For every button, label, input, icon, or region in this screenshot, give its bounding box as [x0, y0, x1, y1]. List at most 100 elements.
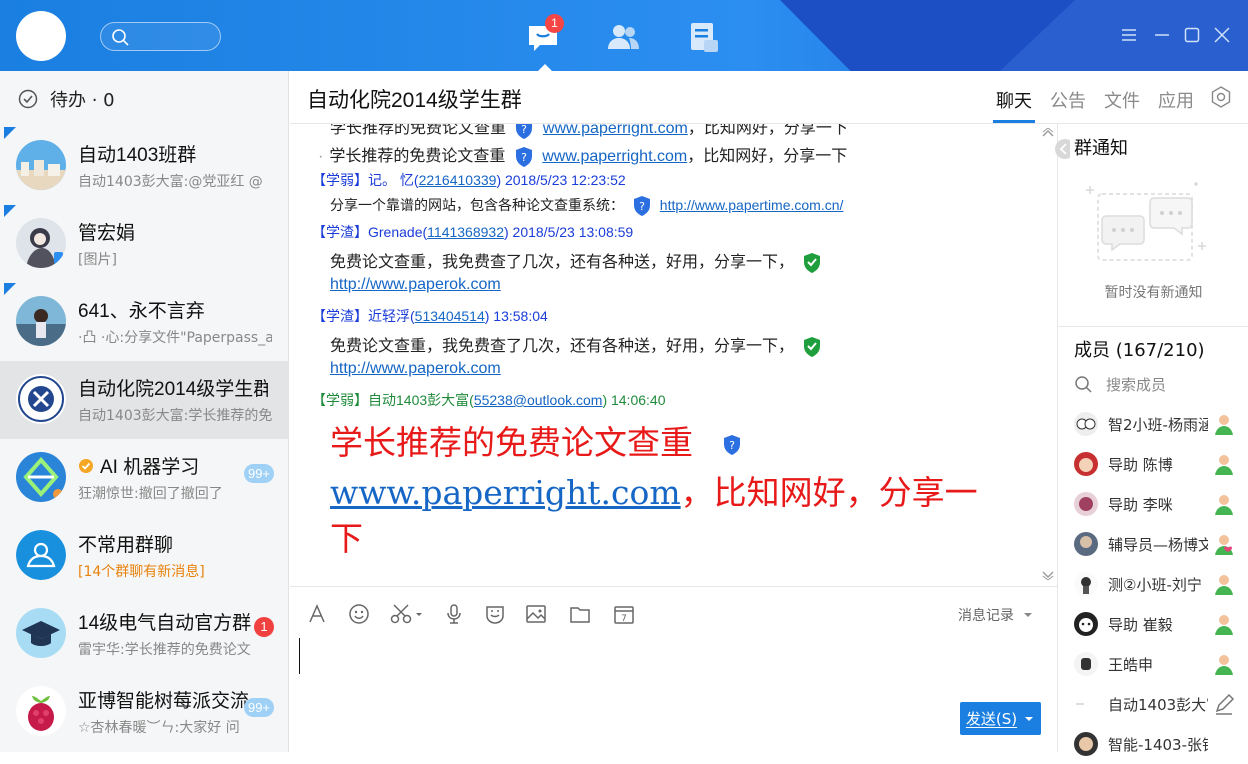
scroll-up-icon[interactable]	[1042, 128, 1054, 138]
member-item[interactable]: 辅导员—杨博文	[1074, 524, 1244, 564]
message-input[interactable]: 发送(S)	[290, 638, 1057, 752]
member-avatar	[1074, 652, 1098, 676]
nav-messages-tab[interactable]: 1	[526, 14, 564, 71]
member-item[interactable]: 测②小班-刘宁	[1074, 564, 1244, 604]
message-history-button[interactable]: 消息记录	[958, 605, 1034, 625]
message-body: ，比知网好，分享一下	[687, 148, 848, 165]
conversation-preview: [14个群聊有新消息]	[78, 564, 205, 580]
message-link[interactable]: www.paperright.com	[543, 124, 688, 137]
member-avatar	[1074, 452, 1098, 476]
nav-contacts-tab[interactable]	[605, 20, 641, 54]
screenshot-icon[interactable]	[390, 603, 426, 625]
message-text-large: 学长推荐的免费论文查重 ?	[330, 416, 746, 464]
send-button[interactable]: 发送(S)	[960, 702, 1041, 735]
font-icon[interactable]	[306, 603, 328, 625]
menu-icon[interactable]	[1120, 26, 1138, 44]
conversation-item[interactable]: 管宏娟 [图片]	[0, 205, 289, 283]
group-avatar	[16, 374, 66, 424]
top-bar: 1	[0, 0, 1248, 71]
maximize-icon[interactable]	[1183, 26, 1201, 44]
message-link[interactable]: http://www.paperok.com	[330, 276, 501, 293]
member-avatar	[1074, 492, 1098, 516]
scroll-down-icon[interactable]	[1042, 570, 1054, 580]
todo-label: 待办 · 0	[50, 90, 115, 111]
conversation-item-selected[interactable]: 自动化院2014级学生群 自动1403彭大富:学长推荐的免	[0, 361, 289, 439]
unread-badge: 99+	[244, 464, 274, 483]
safe-shield-icon	[804, 336, 821, 357]
message-link[interactable]: http://www.paperok.com	[330, 360, 501, 377]
tab-files[interactable]: 文件	[1104, 87, 1140, 113]
minimize-icon[interactable]	[1153, 26, 1171, 44]
microphone-icon[interactable]	[443, 603, 465, 625]
member-avatar	[1074, 732, 1098, 756]
member-item[interactable]: 智能-1403-张镇	[1074, 724, 1244, 764]
member-role-icon	[1215, 575, 1233, 595]
member-search-placeholder: 搜索成员	[1106, 376, 1167, 394]
settings-icon[interactable]	[1209, 85, 1233, 109]
message-link[interactable]: www.paperright.com	[330, 473, 681, 512]
member-item[interactable]: 导助 崔毅	[1074, 604, 1244, 644]
message-list[interactable]: 学长推荐的免费论文查重 ? www.paperright.com，比知网好，分享…	[290, 124, 1057, 586]
members-title: 成员 (167/210)	[1074, 340, 1205, 361]
conversation-item[interactable]: 641、永不言弃 ·凸 ·心:分享文件"Paperpass_a	[0, 283, 289, 361]
search-input[interactable]	[100, 22, 221, 51]
message-time: ) 2018/5/23 13:08:59	[503, 224, 634, 240]
message-body: ，比知网好，分享一	[680, 473, 978, 512]
nav-workspace-tab[interactable]	[686, 20, 722, 54]
sender-id-link[interactable]: 513404514	[415, 308, 485, 324]
message-link[interactable]: http://www.papertime.com.cn/	[660, 197, 844, 213]
member-name: 导助 陈博	[1108, 456, 1173, 474]
conversation-item[interactable]: 亚博智能树莓派交流 ☆杏林春暖︶ㄣ:大家好 问 99+	[0, 673, 289, 751]
sender-name: 【学渣】Grenade(	[312, 224, 428, 240]
my-avatar[interactable]	[16, 11, 66, 61]
emoji-icon[interactable]	[348, 603, 370, 625]
message-link[interactable]: www.paperright.com	[542, 148, 687, 165]
sender-id-link[interactable]: 2216410339	[419, 172, 497, 188]
group-avatar	[16, 140, 66, 190]
message-body: 学长推荐的免费论文查重	[330, 423, 693, 462]
image-icon[interactable]	[525, 603, 547, 625]
conversation-name: 亚博智能树莓派交流	[78, 691, 250, 712]
sender-name: 【学弱】记。 忆(	[312, 172, 419, 188]
svg-text:?: ?	[639, 200, 645, 213]
tab-chat[interactable]: 聊天	[993, 87, 1035, 123]
shield-icon: ?	[516, 124, 533, 139]
safe-shield-icon	[804, 252, 821, 273]
svg-text:?: ?	[521, 151, 527, 164]
todo-item[interactable]: 待办 · 0	[0, 71, 288, 127]
conversation-item[interactable]: AI 机器学习 狂潮惊世:撤回了撤回了 99+	[0, 439, 289, 517]
collapse-icon[interactable]	[1054, 138, 1070, 160]
message-text: http://www.paperok.com	[330, 360, 501, 378]
member-item[interactable]: 导助 陈博	[1074, 444, 1244, 484]
member-item[interactable]: 自动1403彭大富	[1074, 684, 1244, 724]
sender-id-link[interactable]: 1141368932	[427, 224, 504, 240]
calendar-icon[interactable]: 7	[613, 603, 635, 625]
member-search-input[interactable]: 搜索成员	[1074, 374, 1166, 395]
group-avatar	[16, 608, 66, 658]
svg-text:?: ?	[729, 439, 735, 452]
folder-icon[interactable]	[569, 603, 591, 625]
member-role-icon	[1215, 655, 1233, 675]
check-circle-icon	[18, 89, 38, 109]
chevron-down-icon[interactable]	[1023, 714, 1035, 724]
close-icon[interactable]	[1213, 26, 1231, 44]
sticker-icon[interactable]	[484, 603, 506, 625]
sender-id-link[interactable]: 55238@outlook.com	[474, 392, 603, 408]
member-role-icon	[1215, 495, 1233, 515]
member-item[interactable]: 智2小班-杨雨涵	[1074, 404, 1244, 444]
member-item[interactable]: 导助 李咪	[1074, 484, 1244, 524]
conversation-item[interactable]: 不常用群聊 [14个群聊有新消息]	[0, 517, 289, 595]
svg-text:?: ?	[522, 124, 528, 136]
tab-announcements[interactable]: 公告	[1050, 87, 1086, 113]
message-meta-self: 【学弱】自动1403彭大富(55238@outlook.com) 14:06:4…	[312, 390, 666, 410]
conversation-preview: 自动1403彭大富:@党亚红 @	[78, 174, 263, 190]
group-avatar	[16, 296, 66, 346]
edit-icon[interactable]	[1212, 692, 1236, 716]
tab-apps[interactable]: 应用	[1158, 87, 1194, 113]
member-item[interactable]: 王皓申	[1074, 644, 1244, 684]
conversation-item[interactable]: 自动1403班群 自动1403彭大富:@党亚红 @	[0, 127, 289, 205]
member-name: 测②小班-刘宁	[1108, 576, 1202, 594]
conversation-sidebar: 待办 · 0 自动1403班群 自动1403彭大富:@党亚红 @ 管宏娟 [图片…	[0, 71, 289, 752]
message-body: 学长推荐的免费论文查重	[330, 124, 507, 137]
conversation-item[interactable]: 14级电气自动官方群 雷宇华:学长推荐的免费论文 1	[0, 595, 289, 673]
